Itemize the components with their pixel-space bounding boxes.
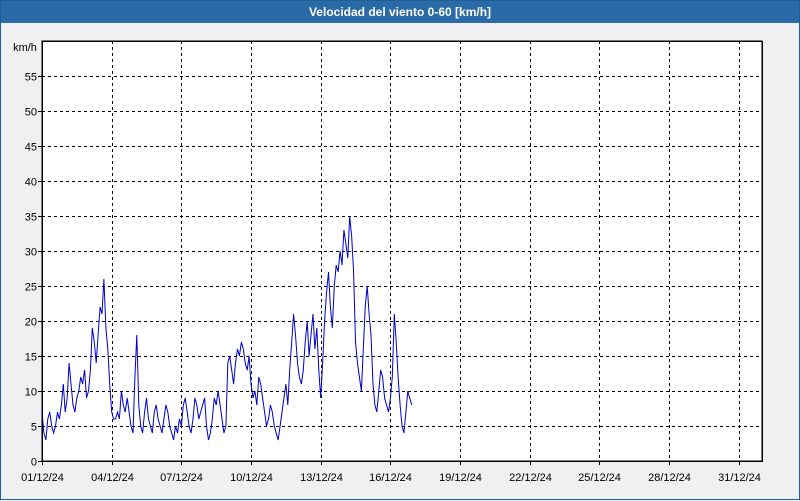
x-tick-label: 22/12/24: [509, 472, 552, 484]
y-tick-label: 50: [25, 107, 37, 119]
x-tick-label: 25/12/24: [578, 472, 621, 484]
y-tick-label: 5: [31, 422, 37, 434]
x-tick-label: 07/12/24: [160, 472, 203, 484]
x-tick-label: 10/12/24: [230, 472, 273, 484]
y-tick-label: 10: [25, 387, 37, 399]
x-tick-label: 01/12/24: [21, 472, 64, 484]
y-tick-label: 20: [25, 317, 37, 329]
y-tick-label: 15: [25, 352, 37, 364]
y-tick-label: 35: [25, 212, 37, 224]
wind-speed-chart: 0 5 10 15 20 25 30 35 40 45 50 55 km/h 01/12/24 04/12/…: [13, 40, 763, 484]
y-axis-label: km/h: [13, 42, 37, 54]
x-tick-label: 19/12/24: [439, 472, 482, 484]
chart-window: Velocidad del viento 0-60 [km/h] 0 5 10 15 2…: [0, 0, 800, 500]
x-tick-label: 13/12/24: [300, 472, 343, 484]
x-tick-label: 04/12/24: [91, 472, 134, 484]
y-tick-label: 45: [25, 142, 37, 154]
x-tick-label: 31/12/24: [718, 472, 761, 484]
x-tick-label: 28/12/24: [648, 472, 691, 484]
y-tick-label: 30: [25, 247, 37, 259]
y-tick-label: 55: [25, 72, 37, 84]
y-tick-label: 40: [25, 177, 37, 189]
x-tick-label: 16/12/24: [369, 472, 412, 484]
y-tick-label: 25: [25, 282, 37, 294]
y-tick-label: 0: [31, 457, 37, 469]
